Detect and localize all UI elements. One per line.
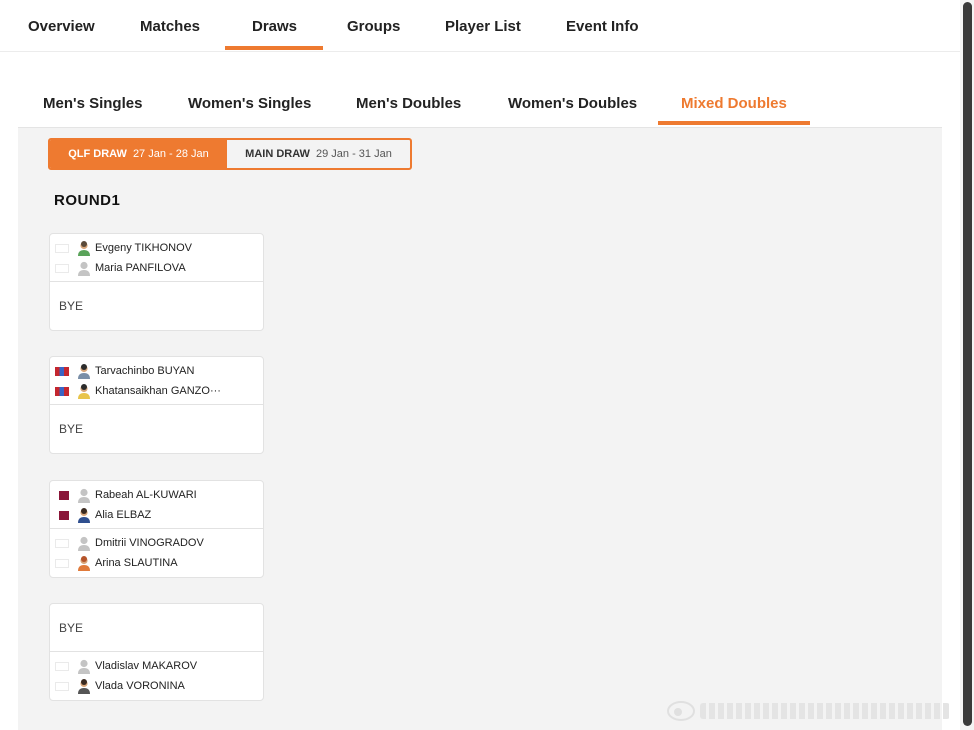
page-scrollbar[interactable]	[960, 0, 974, 730]
player-entry[interactable]: Alia ELBAZ	[55, 506, 151, 524]
active-tab-indicator	[225, 46, 323, 50]
tab-mixed-doubles[interactable]: Mixed Doubles	[681, 95, 787, 112]
player-avatar-icon	[78, 240, 90, 256]
mongolia-flag	[55, 366, 69, 376]
event-navigation: Men's Singles Women's Singles Men's Doub…	[18, 82, 942, 128]
match-slot-top: BYE	[50, 604, 263, 652]
player-entry[interactable]: Vladislav MAKAROV	[55, 657, 197, 675]
qlf-draw-dates: 27 Jan - 28 Jan	[132, 148, 209, 160]
qlf-draw-button[interactable]: QLF DRAW 27 Jan - 28 Jan	[50, 140, 227, 168]
draw-toggle: QLF DRAW 27 Jan - 28 Jan MAIN DRAW 29 Ja…	[48, 138, 412, 170]
mongolia-flag	[55, 386, 69, 396]
match-slot-bottom: BYE	[50, 405, 263, 453]
bye-label: BYE	[59, 422, 84, 436]
match-slot-top: Rabeah AL-KUWARI Alia ELBAZ	[50, 481, 263, 529]
player-name: Rabeah AL-KUWARI	[95, 489, 197, 501]
player-avatar-icon	[78, 363, 90, 379]
player-name: Dmitrii VINOGRADOV	[95, 537, 204, 549]
match-card[interactable]: Evgeny TIKHONOV Maria PANFILOVA BYE	[49, 233, 264, 331]
player-entry[interactable]: Rabeah AL-KUWARI	[55, 486, 197, 504]
tab-womens-singles[interactable]: Women's Singles	[188, 95, 311, 112]
active-event-indicator	[658, 121, 810, 125]
match-slot-top: Tarvachinbo BUYAN Khatansaikhan GANZO···	[50, 357, 263, 405]
tab-mens-doubles[interactable]: Men's Doubles	[356, 95, 461, 112]
tab-womens-doubles[interactable]: Women's Doubles	[508, 95, 637, 112]
player-avatar-icon	[78, 555, 90, 571]
blank-flag	[55, 681, 69, 691]
top-navigation: Overview Matches Draws Groups Player Lis…	[0, 0, 960, 52]
player-entry[interactable]: Khatansaikhan GANZO···	[55, 382, 221, 400]
player-name: Tarvachinbo BUYAN	[95, 365, 195, 377]
player-entry[interactable]: Tarvachinbo BUYAN	[55, 362, 194, 380]
player-avatar-icon	[78, 261, 90, 276]
blank-flag	[55, 538, 69, 548]
tab-mens-singles[interactable]: Men's Singles	[43, 95, 142, 112]
tab-event-info[interactable]: Event Info	[566, 18, 639, 35]
player-entry[interactable]: Evgeny TIKHONOV	[55, 239, 192, 257]
player-entry[interactable]: Dmitrii VINOGRADOV	[55, 534, 204, 552]
main-draw-label: MAIN DRAW	[245, 148, 310, 160]
blank-flag	[55, 243, 69, 253]
main-draw-button[interactable]: MAIN DRAW 29 Jan - 31 Jan	[227, 140, 410, 168]
watermark-text	[700, 703, 950, 719]
blank-flag	[55, 263, 69, 273]
match-card[interactable]: BYE Vladislav MAKAROV Vlada VORONINA	[49, 603, 264, 701]
main-draw-dates: 29 Jan - 31 Jan	[316, 148, 392, 160]
player-name: Alia ELBAZ	[95, 509, 152, 521]
match-slot-bottom: Dmitrii VINOGRADOV Arina SLAUTINA	[50, 529, 263, 577]
match-slot-bottom: BYE	[50, 282, 263, 330]
blank-flag	[55, 661, 69, 671]
match-slot-top: Evgeny TIKHONOV Maria PANFILOVA	[50, 234, 263, 282]
watermark	[666, 700, 956, 722]
player-avatar-icon	[78, 383, 90, 399]
player-avatar-icon	[78, 659, 90, 674]
tab-overview[interactable]: Overview	[28, 18, 95, 35]
tab-player-list[interactable]: Player List	[445, 18, 521, 35]
tab-matches[interactable]: Matches	[140, 18, 200, 35]
draw-panel: QLF DRAW 27 Jan - 28 Jan MAIN DRAW 29 Ja…	[18, 128, 942, 730]
match-card[interactable]: Tarvachinbo BUYAN Khatansaikhan GANZO···…	[49, 356, 264, 454]
player-entry[interactable]: Maria PANFILOVA	[55, 259, 186, 277]
player-name: Maria PANFILOVA	[95, 262, 186, 274]
round-title: ROUND1	[54, 192, 121, 209]
player-name: Arina SLAUTINA	[95, 557, 178, 569]
qatar-flag	[55, 490, 69, 500]
player-name: Evgeny TIKHONOV	[95, 242, 192, 254]
match-slot-bottom: Vladislav MAKAROV Vlada VORONINA	[50, 652, 263, 700]
player-name: Vladislav MAKAROV	[95, 660, 198, 672]
scrollbar-thumb[interactable]	[963, 2, 972, 726]
tab-groups[interactable]: Groups	[347, 18, 400, 35]
player-name: Khatansaikhan GANZO···	[95, 385, 221, 397]
qatar-flag	[55, 510, 69, 520]
qlf-draw-label: QLF DRAW	[68, 148, 127, 160]
player-name: Vlada VORONINA	[95, 680, 185, 692]
bye-label: BYE	[59, 621, 84, 635]
blank-flag	[55, 558, 69, 568]
player-avatar-icon	[78, 488, 90, 503]
bye-label: BYE	[59, 299, 84, 313]
player-avatar-icon	[78, 678, 90, 694]
tab-draws[interactable]: Draws	[252, 18, 297, 35]
player-entry[interactable]: Vlada VORONINA	[55, 677, 185, 695]
player-avatar-icon	[78, 507, 90, 523]
player-avatar-icon	[78, 536, 90, 551]
player-entry[interactable]: Arina SLAUTINA	[55, 554, 178, 572]
match-card[interactable]: Rabeah AL-KUWARI Alia ELBAZ Dmitrii VINO…	[49, 480, 264, 578]
watermark-logo-icon	[667, 701, 695, 721]
